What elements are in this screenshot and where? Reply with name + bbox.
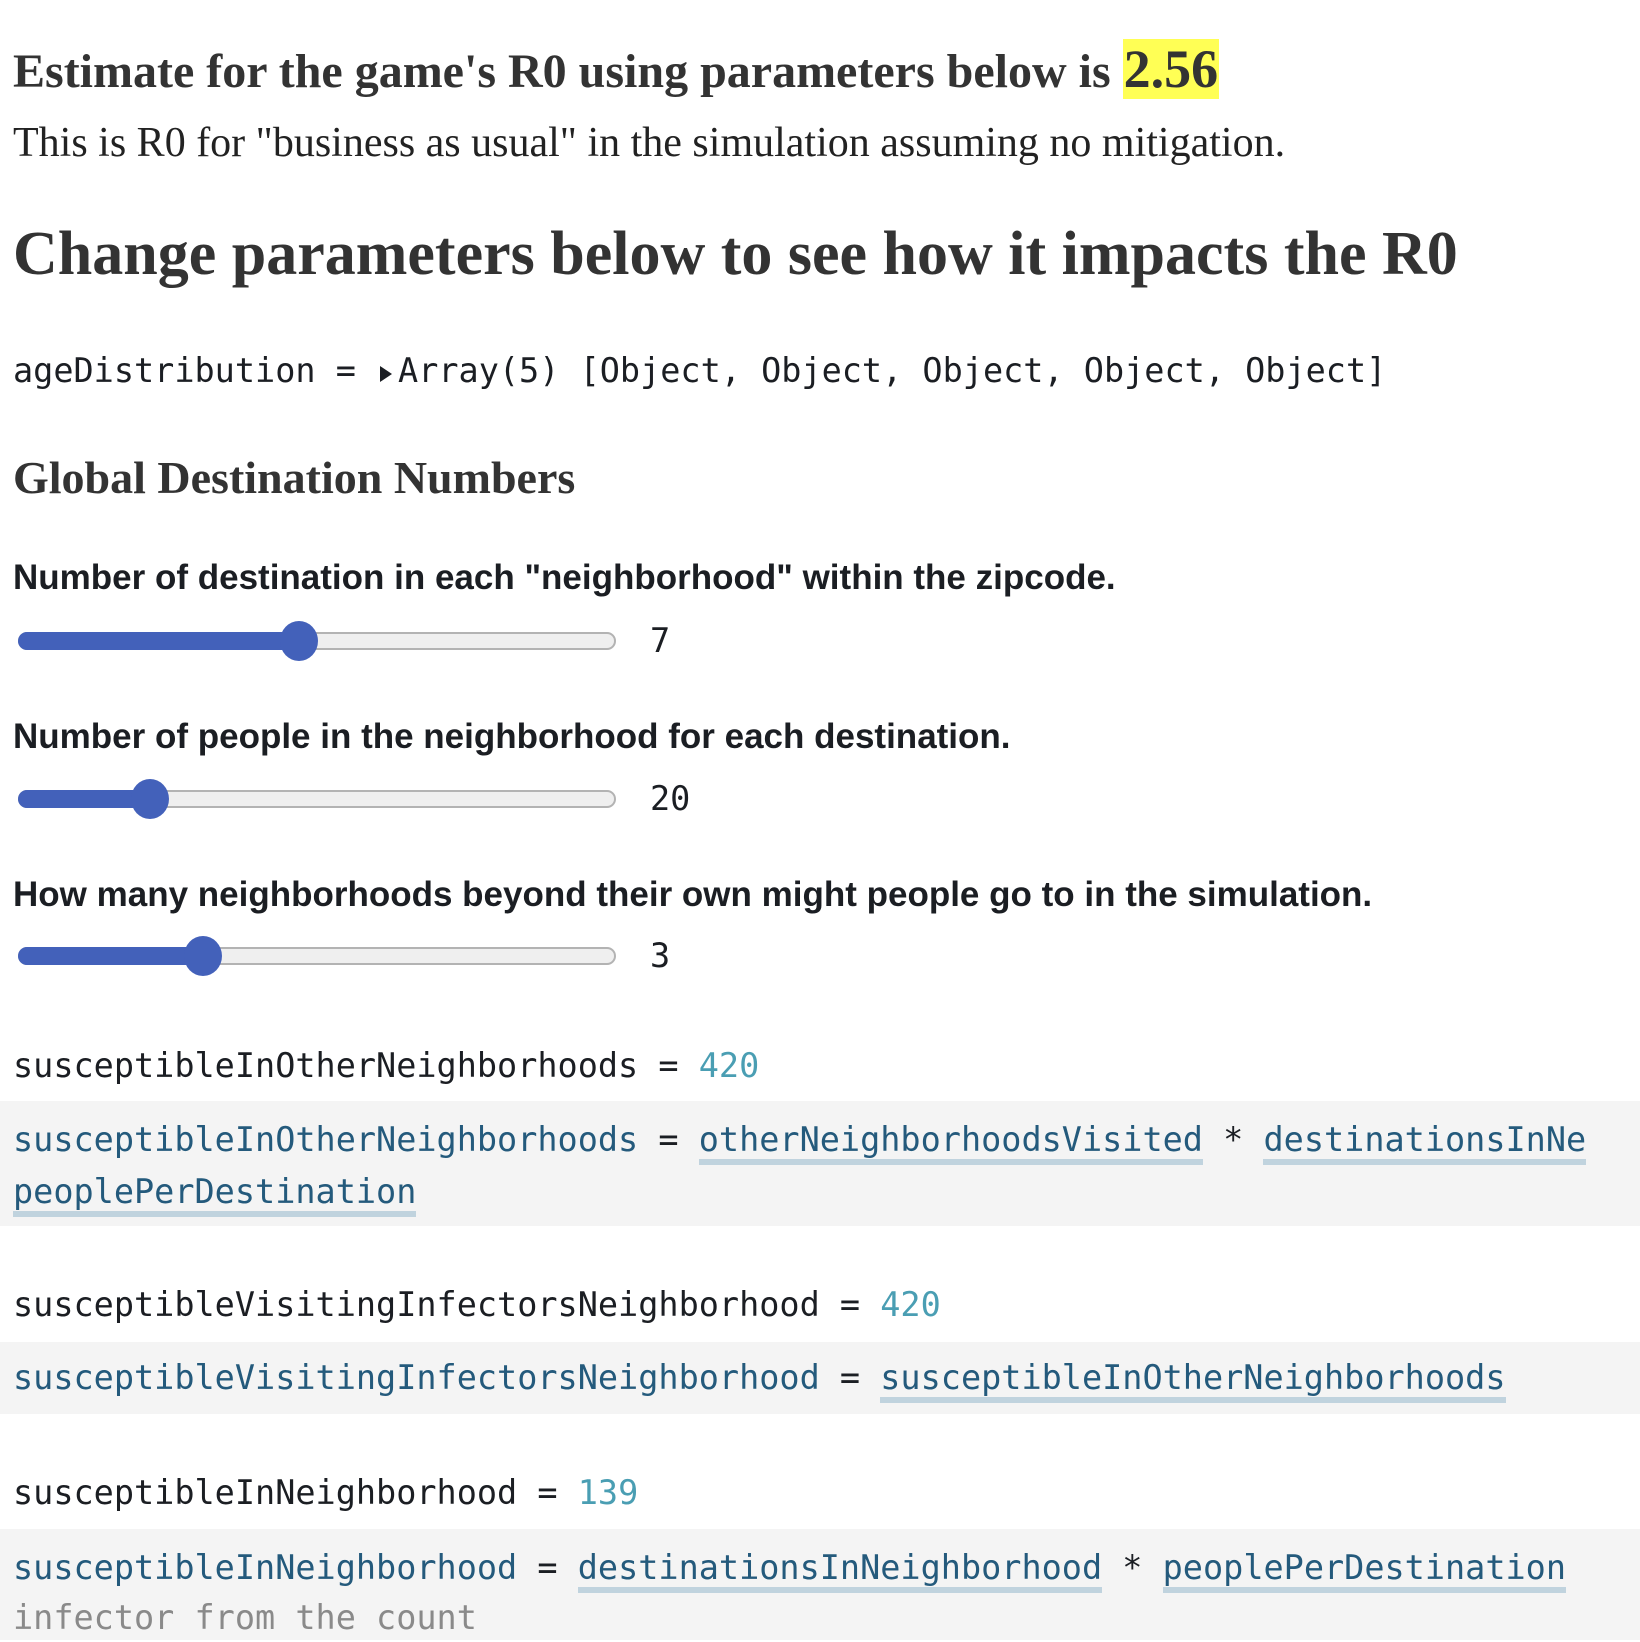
slider-thumb[interactable] bbox=[184, 936, 223, 976]
var-name: susceptibleInNeighborhood bbox=[13, 1473, 518, 1512]
ref-link[interactable]: destinationsInNe bbox=[1263, 1120, 1587, 1165]
global-section-title: Global Destination Numbers bbox=[13, 452, 576, 503]
people-slider[interactable] bbox=[18, 779, 616, 819]
expand-triangle-icon[interactable] bbox=[380, 366, 393, 382]
ref-link[interactable]: peoplePerDestination bbox=[1162, 1548, 1567, 1593]
ref-link[interactable]: peoplePerDestination bbox=[13, 1172, 417, 1217]
equals: = bbox=[335, 351, 356, 390]
heading-text: Estimate for the game's R0 using paramet… bbox=[13, 45, 1111, 98]
section-title: Change parameters below to see how it im… bbox=[13, 220, 1458, 288]
cell-output: susceptibleVisitingInfectorsNeighborhood… bbox=[13, 1281, 941, 1329]
var-name: ageDistribution bbox=[13, 351, 316, 390]
cell-output: susceptibleInNeighborhood = 139 bbox=[13, 1469, 638, 1517]
destinations-slider[interactable] bbox=[18, 621, 616, 661]
slider-value: 7 bbox=[650, 621, 671, 660]
array-summary[interactable]: Array(5) [Object, Object, Object, Object… bbox=[398, 351, 1386, 390]
slider-label-neighborhoods: How many neighborhoods beyond their own … bbox=[13, 875, 1373, 914]
age-distribution-cell: ageDistribution = Array(5) [Object, Obje… bbox=[13, 347, 1386, 395]
r0-estimate-heading: Estimate for the game's R0 using paramet… bbox=[13, 36, 1220, 105]
var-name: susceptibleVisitingInfectorsNeighborhood bbox=[13, 1358, 820, 1397]
code-comment: infector from the count bbox=[13, 1598, 477, 1637]
slider-label-people: Number of people in the neighborhood for… bbox=[13, 717, 1011, 756]
equals: = bbox=[839, 1285, 861, 1324]
slider-value: 3 bbox=[650, 936, 671, 975]
slider-label-destinations: Number of destination in each "neighborh… bbox=[13, 558, 1116, 597]
slider-thumb[interactable] bbox=[130, 779, 169, 819]
var-value: 139 bbox=[577, 1473, 639, 1512]
ref-link[interactable]: destinationsInNeighborhood bbox=[577, 1548, 1103, 1593]
cell-code[interactable]: susceptibleInNeighborhood = destinations… bbox=[0, 1529, 1640, 1640]
var-name: susceptibleInOtherNeighborhoods bbox=[13, 1120, 639, 1159]
equals: = bbox=[658, 1046, 679, 1085]
slider-value: 20 bbox=[650, 779, 691, 818]
ref-link[interactable]: susceptibleInOtherNeighborhoods bbox=[880, 1358, 1506, 1403]
neighborhoods-slider[interactable] bbox=[18, 936, 616, 976]
subtitle: This is R0 for "business as usual" in th… bbox=[13, 120, 1286, 166]
var-name: susceptibleInOtherNeighborhoods bbox=[13, 1046, 639, 1085]
var-name: susceptibleVisitingInfectorsNeighborhood bbox=[13, 1285, 820, 1324]
ref-link[interactable]: otherNeighborhoodsVisited bbox=[698, 1120, 1203, 1165]
cell-code[interactable]: susceptibleVisitingInfectorsNeighborhood… bbox=[0, 1342, 1640, 1414]
var-value: 420 bbox=[880, 1285, 941, 1324]
operator: * bbox=[1122, 1548, 1143, 1587]
var-name: susceptibleInNeighborhood bbox=[13, 1548, 518, 1587]
cell-output: susceptibleInOtherNeighborhoods = 420 bbox=[13, 1042, 759, 1090]
var-value: 420 bbox=[698, 1046, 760, 1085]
slider-thumb[interactable] bbox=[280, 621, 319, 661]
cell-code[interactable]: susceptibleInOtherNeighborhoods = otherN… bbox=[0, 1101, 1640, 1226]
equals: = bbox=[537, 1473, 558, 1512]
operator: * bbox=[1223, 1120, 1244, 1159]
r0-value-highlight: 2.56 bbox=[1122, 39, 1220, 99]
